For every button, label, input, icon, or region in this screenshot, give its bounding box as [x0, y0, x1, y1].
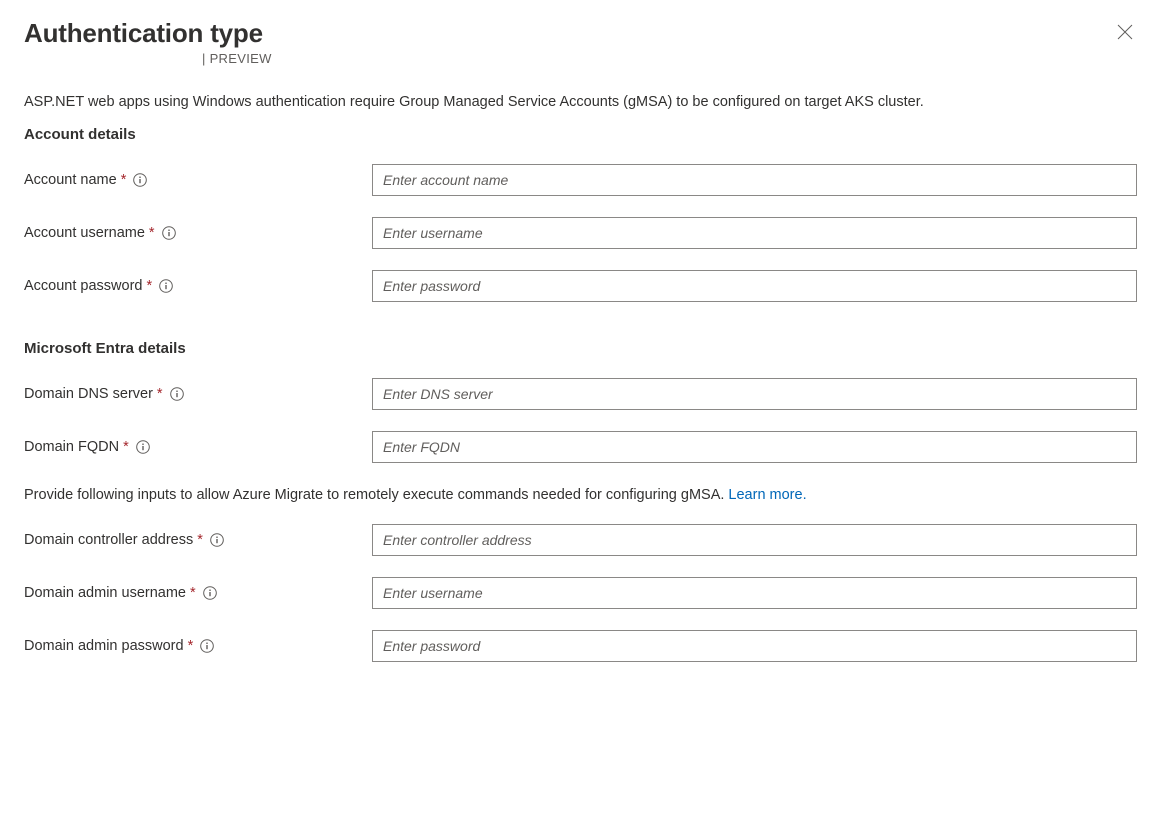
label-domain-dns: Domain DNS server	[24, 386, 153, 402]
required-marker: *	[188, 638, 194, 654]
row-domain-admin-password: Domain admin password *	[24, 630, 1137, 662]
row-account-password: Account password *	[24, 270, 1137, 302]
row-domain-admin-username: Domain admin username *	[24, 577, 1137, 609]
info-icon[interactable]	[170, 387, 184, 401]
info-icon[interactable]	[133, 173, 147, 187]
label-account-name: Account name	[24, 172, 117, 188]
info-icon[interactable]	[159, 279, 173, 293]
learn-more-link[interactable]: Learn more.	[728, 487, 806, 503]
section-title-account: Account details	[24, 126, 1137, 143]
preview-badge: | PREVIEW	[202, 51, 272, 66]
domain-dns-input[interactable]	[372, 378, 1137, 410]
row-domain-dns: Domain DNS server *	[24, 378, 1137, 410]
info-icon[interactable]	[210, 533, 224, 547]
required-marker: *	[123, 439, 129, 455]
label-domain-controller: Domain controller address	[24, 532, 193, 548]
account-password-input[interactable]	[372, 270, 1137, 302]
label-domain-admin-password: Domain admin password	[24, 638, 184, 654]
domain-admin-password-input[interactable]	[372, 630, 1137, 662]
row-domain-fqdn: Domain FQDN *	[24, 431, 1137, 463]
page-title: Authentication type	[24, 18, 272, 49]
required-marker: *	[157, 386, 163, 402]
domain-admin-username-input[interactable]	[372, 577, 1137, 609]
helper-text: Provide following inputs to allow Azure …	[24, 487, 1137, 503]
label-domain-fqdn: Domain FQDN	[24, 439, 119, 455]
info-icon[interactable]	[203, 586, 217, 600]
info-icon[interactable]	[162, 226, 176, 240]
domain-fqdn-input[interactable]	[372, 431, 1137, 463]
info-icon[interactable]	[136, 440, 150, 454]
account-username-input[interactable]	[372, 217, 1137, 249]
helper-text-body: Provide following inputs to allow Azure …	[24, 487, 728, 503]
required-marker: *	[197, 532, 203, 548]
close-icon	[1117, 24, 1133, 40]
account-name-input[interactable]	[372, 164, 1137, 196]
label-domain-admin-username: Domain admin username	[24, 585, 186, 601]
required-marker: *	[190, 585, 196, 601]
required-marker: *	[149, 225, 155, 241]
row-domain-controller: Domain controller address *	[24, 524, 1137, 556]
row-account-name: Account name *	[24, 164, 1137, 196]
section-title-entra: Microsoft Entra details	[24, 340, 1137, 357]
label-account-username: Account username	[24, 225, 145, 241]
page-description: ASP.NET web apps using Windows authentic…	[24, 92, 1137, 112]
row-account-username: Account username *	[24, 217, 1137, 249]
label-account-password: Account password	[24, 278, 142, 294]
close-button[interactable]	[1113, 20, 1137, 44]
domain-controller-input[interactable]	[372, 524, 1137, 556]
info-icon[interactable]	[200, 639, 214, 653]
required-marker: *	[146, 278, 152, 294]
required-marker: *	[121, 172, 127, 188]
